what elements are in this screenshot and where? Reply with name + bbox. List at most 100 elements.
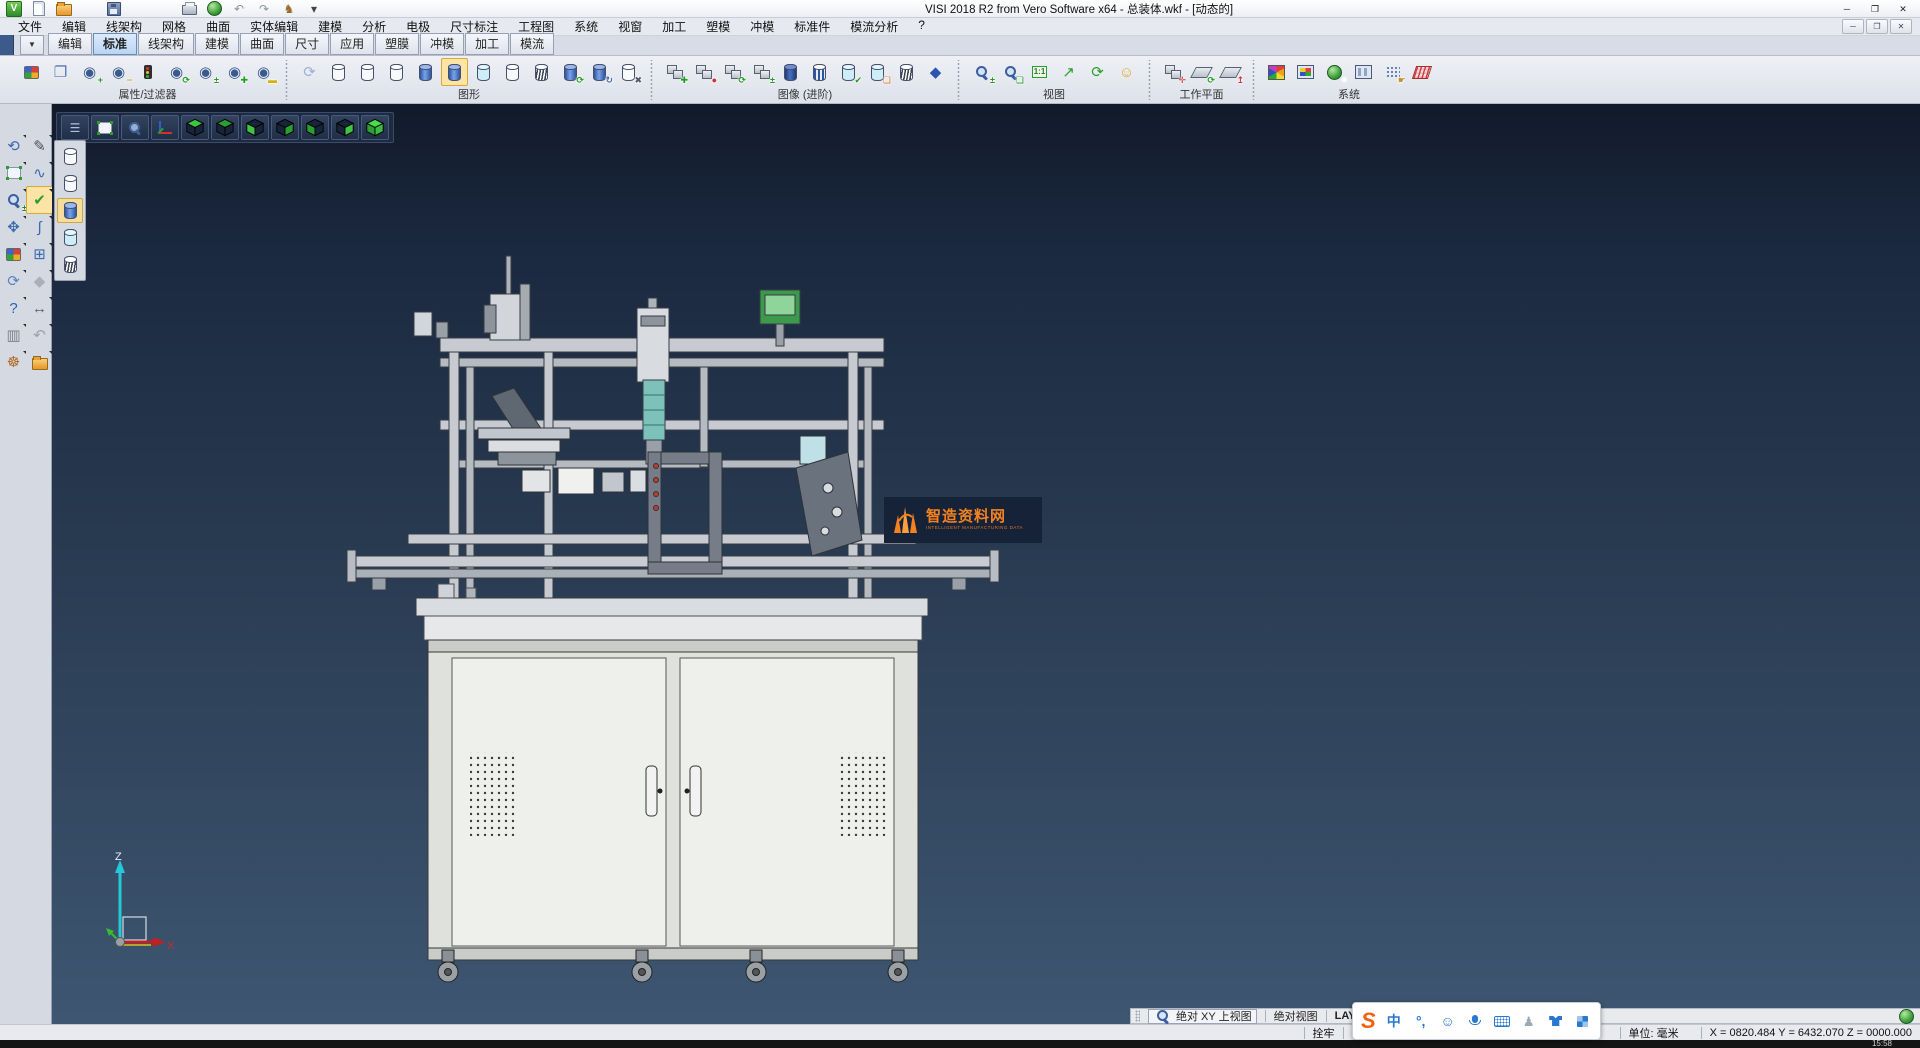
copy-layer-icon[interactable]: ❏	[864, 58, 891, 86]
erase-entity-icon[interactable]: ✎	[26, 132, 53, 160]
zoom-window-icon[interactable]: ❏	[997, 58, 1024, 86]
zoom-window-side-icon[interactable]	[0, 159, 27, 187]
redraw-icon[interactable]: ⟲	[0, 132, 27, 160]
confirm-icon[interactable]: ✔	[26, 186, 53, 214]
layer-style-outline-3-icon[interactable]	[383, 58, 410, 86]
menu-item-18[interactable]: 模流分析	[840, 17, 908, 36]
menu-item-17[interactable]: 标准件	[784, 17, 840, 36]
viewport-3d[interactable]: ☰	[52, 104, 1920, 1024]
menu-item-13[interactable]: 视窗	[608, 17, 652, 36]
layer-settings-icon[interactable]: ✖	[615, 58, 642, 86]
axis-origin-icon[interactable]	[155, 119, 175, 137]
tab-加工[interactable]: 加工	[465, 33, 509, 55]
online-globe-icon[interactable]	[1899, 1009, 1914, 1024]
layer-style-transparent-icon[interactable]	[470, 58, 497, 86]
modify-attributes-icon[interactable]	[18, 58, 45, 86]
view-isometric-cube-icon[interactable]	[361, 115, 389, 140]
zoom-fit-icon[interactable]	[95, 119, 115, 137]
doc-minimize-button[interactable]: ─	[1842, 19, 1864, 34]
solids-refresh-icon[interactable]: ⟳	[719, 58, 746, 86]
doc-restore-button[interactable]: ❐	[1866, 19, 1888, 34]
copy-attributes-icon[interactable]: ❐	[47, 58, 74, 86]
edit-spline-icon[interactable]: ∫	[26, 213, 53, 241]
maximize-button[interactable]: ❐	[1862, 2, 1888, 16]
pan-view-icon[interactable]: ↗	[1055, 58, 1082, 86]
color-palette-icon[interactable]	[1263, 58, 1290, 86]
new-file-icon[interactable]	[29, 0, 49, 18]
filter-remove-icon[interactable]: ◉−	[105, 58, 132, 86]
layer-style-ghost-icon[interactable]	[499, 58, 526, 86]
navigation-wheel-icon[interactable]: ☸	[0, 348, 27, 376]
windows-taskbar[interactable]: 15:58	[0, 1040, 1920, 1048]
system-settings-icon[interactable]: ✶	[1321, 58, 1348, 86]
workplane-rotate-icon[interactable]: ⟳	[1188, 58, 1215, 86]
hatched-layer-icon[interactable]	[893, 58, 920, 86]
move-entity-icon[interactable]: ✥	[0, 213, 27, 241]
ime-mode-key[interactable]: 中	[1385, 1011, 1403, 1031]
visibility-plus-minus-icon[interactable]: ◉±	[192, 58, 219, 86]
view-menu-icon[interactable]: ☰	[65, 119, 85, 137]
compare-icon[interactable]: ♞	[279, 0, 299, 18]
layer-refresh-icon[interactable]: ⟳	[296, 58, 323, 86]
undo-sidebar-icon[interactable]: ↶	[26, 321, 53, 349]
tab-应用[interactable]: 应用	[330, 33, 374, 55]
view-indicator[interactable]: 绝对 XY 上视图	[1148, 1009, 1257, 1024]
menu-item-1[interactable]: 文件	[8, 17, 52, 36]
layer-style-solid-icon[interactable]	[412, 58, 439, 86]
save-as-icon[interactable]	[129, 0, 149, 18]
ime-skin-key[interactable]: ♟	[1520, 1011, 1538, 1031]
menu-item-16[interactable]: 冲模	[740, 17, 784, 36]
layer-style-outline-1-icon[interactable]	[325, 58, 352, 86]
filter-add-icon[interactable]: ◉+	[76, 58, 103, 86]
tab-尺寸[interactable]: 尺寸	[285, 33, 329, 55]
show-entities-icon[interactable]: ◉✚	[221, 58, 248, 86]
app-logo-icon[interactable]: V	[4, 0, 24, 18]
save-all-icon[interactable]	[154, 0, 174, 18]
ime-emoji-key[interactable]: ☺	[1439, 1011, 1457, 1031]
layer-style-outline-2-icon[interactable]	[354, 58, 381, 86]
layer-restore-icon[interactable]: ↻	[586, 58, 613, 86]
shade-mode-icon[interactable]: ◆	[922, 58, 949, 86]
ime-voice-key[interactable]	[1466, 1011, 1484, 1031]
snap-grid-icon[interactable]: ☛	[1379, 58, 1406, 86]
attributes-palette-icon[interactable]	[0, 240, 27, 268]
import-file-icon[interactable]	[79, 0, 99, 18]
view-right-cube-icon[interactable]	[331, 115, 359, 140]
doc-close-button[interactable]: ✕	[1890, 19, 1912, 34]
layer-style-hatched-icon[interactable]	[528, 58, 555, 86]
tab-模流[interactable]: 模流	[510, 33, 554, 55]
display-wireframe-icon[interactable]	[57, 144, 83, 169]
tabbar-dropdown-button[interactable]: ▼	[20, 35, 44, 55]
filter-traffic-light-icon[interactable]	[134, 58, 161, 86]
layer-copy-icon[interactable]: ⟳	[557, 58, 584, 86]
close-button[interactable]: ✕	[1890, 2, 1916, 16]
tab-建模[interactable]: 建模	[195, 33, 239, 55]
tab-冲模[interactable]: 冲模	[420, 33, 464, 55]
save-icon[interactable]	[104, 0, 124, 18]
solids-add-icon[interactable]: ✚	[661, 58, 688, 86]
minimize-button[interactable]: ─	[1834, 2, 1860, 16]
view-top-cube-icon[interactable]	[181, 115, 209, 140]
tab-曲面[interactable]: 曲面	[240, 33, 284, 55]
undo-icon[interactable]: ↶	[229, 0, 249, 18]
display-shaded-edges-icon[interactable]	[57, 225, 83, 250]
open-project-icon[interactable]	[26, 348, 53, 376]
ime-punctuation-key[interactable]: °,	[1412, 1011, 1430, 1031]
filter-refresh-icon[interactable]: ◉⟳	[163, 58, 190, 86]
menu-item-19[interactable]: ?	[908, 17, 935, 36]
view-orientation-icon[interactable]: ☺	[1113, 58, 1140, 86]
zoom-all-icon[interactable]	[125, 119, 145, 137]
shade-cube-icon[interactable]: ◆	[26, 267, 53, 295]
view-left-cube-icon[interactable]	[301, 115, 329, 140]
ime-keyboard-key[interactable]	[1493, 1011, 1511, 1031]
display-shaded-icon[interactable]	[57, 198, 83, 223]
view-menu-icon[interactable]: ☰	[61, 115, 89, 140]
measure-distance-icon[interactable]: ↔	[26, 294, 53, 322]
menu-item-15[interactable]: 塑模	[696, 17, 740, 36]
regenerate-icon[interactable]: ⟳	[0, 267, 27, 295]
cad-model[interactable]	[300, 250, 1020, 1000]
display-settings-icon[interactable]	[1292, 58, 1319, 86]
display-hatched-icon[interactable]	[57, 252, 83, 277]
tab-线架构[interactable]: 线架构	[138, 33, 194, 55]
workplane-axes-icon[interactable]: ✛	[1159, 58, 1186, 86]
